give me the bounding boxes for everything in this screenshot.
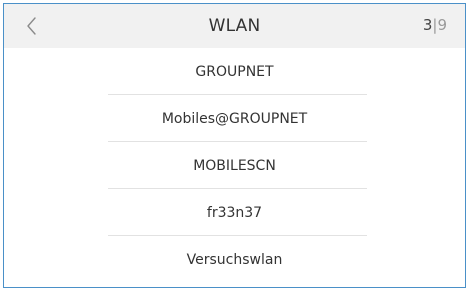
wlan-window: WLAN 3|9 GROUPNET Mobiles@GROUPNET MOBIL… xyxy=(3,3,466,288)
network-item-mobilescn[interactable]: MOBILESCN xyxy=(4,142,465,189)
network-label: MOBILESCN xyxy=(193,157,276,174)
network-label: GROUPNET xyxy=(195,63,274,80)
network-item-versuchswlan[interactable]: Versuchswlan xyxy=(4,236,465,283)
network-item-groupnet[interactable]: GROUPNET xyxy=(4,48,465,95)
page-counter: 3|9 xyxy=(423,16,447,34)
network-list: GROUPNET Mobiles@GROUPNET MOBILESCN fr33… xyxy=(4,48,465,283)
page-total: 9 xyxy=(437,16,447,34)
network-label: Versuchswlan xyxy=(186,251,283,268)
page-title: WLAN xyxy=(208,16,261,36)
network-item-fr33n37[interactable]: fr33n37 xyxy=(4,189,465,236)
chevron-left-icon xyxy=(27,17,36,35)
page-current: 3 xyxy=(422,16,433,34)
network-label: fr33n37 xyxy=(206,204,263,221)
network-label: Mobiles@GROUPNET xyxy=(161,110,308,127)
header-bar: WLAN 3|9 xyxy=(4,4,465,48)
back-button[interactable] xyxy=(24,15,40,37)
network-item-mobiles-groupnet[interactable]: Mobiles@GROUPNET xyxy=(4,95,465,142)
